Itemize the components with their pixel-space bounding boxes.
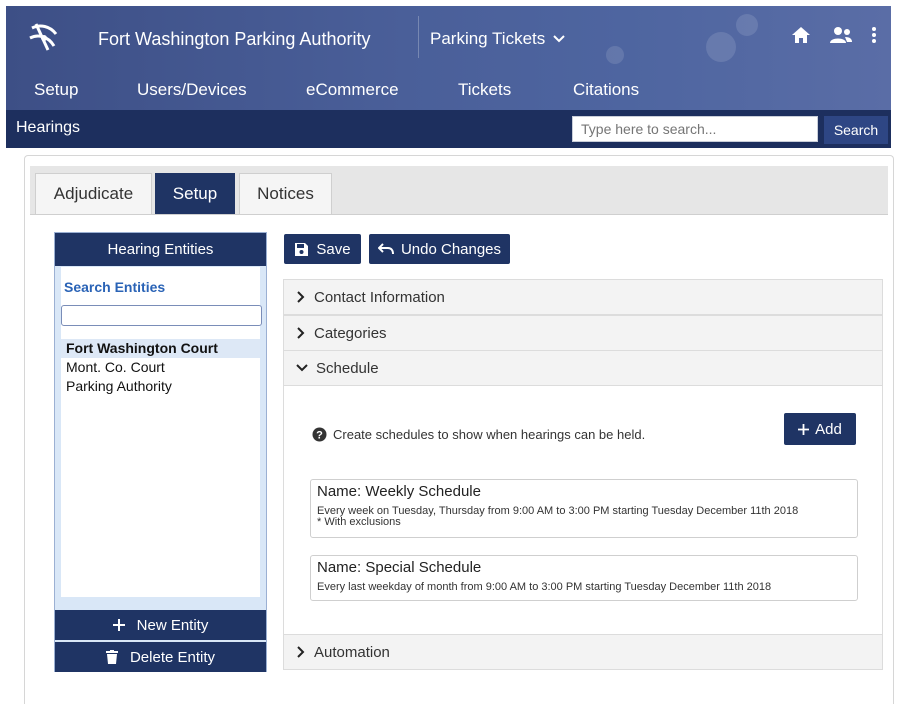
section-label: Categories bbox=[314, 324, 387, 342]
list-item[interactable]: Fort Washington Court bbox=[61, 339, 260, 358]
schedule-note: * With exclusions bbox=[317, 516, 401, 528]
add-label: Add bbox=[815, 420, 842, 438]
chevron-down-icon bbox=[296, 364, 308, 372]
list-item[interactable]: Mont. Co. Court bbox=[61, 358, 260, 377]
section-label: Schedule bbox=[316, 359, 379, 377]
section-label: Automation bbox=[314, 643, 390, 661]
entities-body: Search Entities Fort Washington Court Mo… bbox=[61, 267, 262, 597]
hint-text: Create schedules to show when hearings c… bbox=[333, 427, 646, 442]
entity-list: Fort Washington Court Mont. Co. Court Pa… bbox=[61, 339, 260, 396]
page-subheader: Hearings Search bbox=[6, 110, 891, 148]
search-button[interactable]: Search bbox=[824, 116, 888, 144]
nav-item-users-devices[interactable]: Users/Devices bbox=[137, 80, 247, 100]
plus-icon bbox=[112, 619, 125, 631]
users-icon[interactable] bbox=[829, 26, 853, 49]
undo-icon bbox=[377, 243, 394, 255]
tab-adjudicate[interactable]: Adjudicate bbox=[35, 173, 152, 214]
header-decoration bbox=[606, 46, 624, 64]
schedule-recurrence: Every last weekday of month from 9:00 AM… bbox=[317, 581, 772, 593]
header-icons bbox=[791, 26, 877, 49]
schedule-name: Name: Weekly Schedule bbox=[317, 483, 481, 500]
app-header: Fort Washington Parking Authority Parkin… bbox=[6, 6, 891, 110]
nav-item-ecommerce[interactable]: eCommerce bbox=[306, 80, 399, 100]
search-entities-label: Search Entities bbox=[64, 279, 166, 295]
chevron-right-icon bbox=[297, 291, 305, 303]
delete-entity-button[interactable]: Delete Entity bbox=[55, 642, 266, 672]
nav-item-citations[interactable]: Citations bbox=[573, 80, 639, 100]
main-nav: Setup Users/Devices eCommerce Tickets Ci… bbox=[6, 76, 891, 106]
app-title: Fort Washington Parking Authority bbox=[98, 29, 371, 49]
plus-icon bbox=[798, 423, 810, 435]
header-divider bbox=[418, 16, 419, 58]
section-categories[interactable]: Categories bbox=[283, 315, 883, 351]
chevron-right-icon bbox=[297, 646, 305, 658]
home-icon[interactable] bbox=[791, 26, 811, 49]
schedule-hint: ? Create schedules to show when hearings… bbox=[312, 427, 645, 442]
schedule-description: Every last weekday of month from 9:00 AM… bbox=[317, 582, 851, 593]
undo-changes-button[interactable]: Undo Changes bbox=[369, 234, 510, 264]
schedule-card[interactable]: Name: Weekly Schedule Every week on Tues… bbox=[310, 479, 858, 538]
undo-label: Undo Changes bbox=[400, 240, 502, 258]
section-contact-information[interactable]: Contact Information bbox=[283, 279, 883, 315]
save-icon bbox=[295, 242, 309, 256]
panel-title: Hearing Entities bbox=[55, 233, 266, 266]
chevron-down-icon bbox=[553, 35, 565, 43]
svg-text:?: ? bbox=[316, 430, 323, 442]
hearing-entities-panel: Hearing Entities Search Entities Fort Wa… bbox=[54, 232, 267, 672]
list-item[interactable]: Parking Authority bbox=[61, 377, 260, 396]
page-title: Hearings bbox=[16, 119, 81, 136]
tab-notices[interactable]: Notices bbox=[239, 173, 332, 214]
nav-item-tickets[interactable]: Tickets bbox=[458, 80, 511, 100]
module-selector[interactable]: Parking Tickets bbox=[430, 29, 565, 49]
search-input[interactable] bbox=[572, 116, 818, 142]
schedule-card[interactable]: Name: Special Schedule Every last weekda… bbox=[310, 555, 858, 601]
new-entity-label: New Entity bbox=[136, 616, 209, 634]
tab-setup[interactable]: Setup bbox=[155, 173, 235, 214]
header-decoration bbox=[706, 32, 736, 62]
header-decoration bbox=[736, 14, 758, 36]
chevron-right-icon bbox=[297, 327, 305, 339]
save-button[interactable]: Save bbox=[284, 234, 361, 264]
new-entity-button[interactable]: New Entity bbox=[55, 610, 266, 640]
section-schedule[interactable]: Schedule bbox=[283, 350, 883, 386]
add-schedule-button[interactable]: Add bbox=[784, 413, 856, 445]
schedule-panel: ? Create schedules to show when hearings… bbox=[283, 386, 883, 634]
help-icon: ? bbox=[312, 427, 327, 442]
delete-entity-label: Delete Entity bbox=[129, 648, 216, 666]
module-label: Parking Tickets bbox=[430, 29, 546, 48]
nav-item-setup[interactable]: Setup bbox=[34, 80, 78, 100]
schedule-name: Name: Special Schedule bbox=[317, 559, 482, 576]
schedule-description: Every week on Tuesday, Thursday from 9:0… bbox=[317, 506, 851, 528]
section-label: Contact Information bbox=[314, 288, 445, 306]
more-vertical-icon[interactable] bbox=[871, 26, 877, 49]
save-label: Save bbox=[316, 240, 351, 258]
section-automation[interactable]: Automation bbox=[283, 634, 883, 670]
trash-icon bbox=[105, 650, 118, 664]
entity-search-input[interactable] bbox=[61, 305, 262, 326]
logo-icon[interactable] bbox=[26, 20, 62, 56]
